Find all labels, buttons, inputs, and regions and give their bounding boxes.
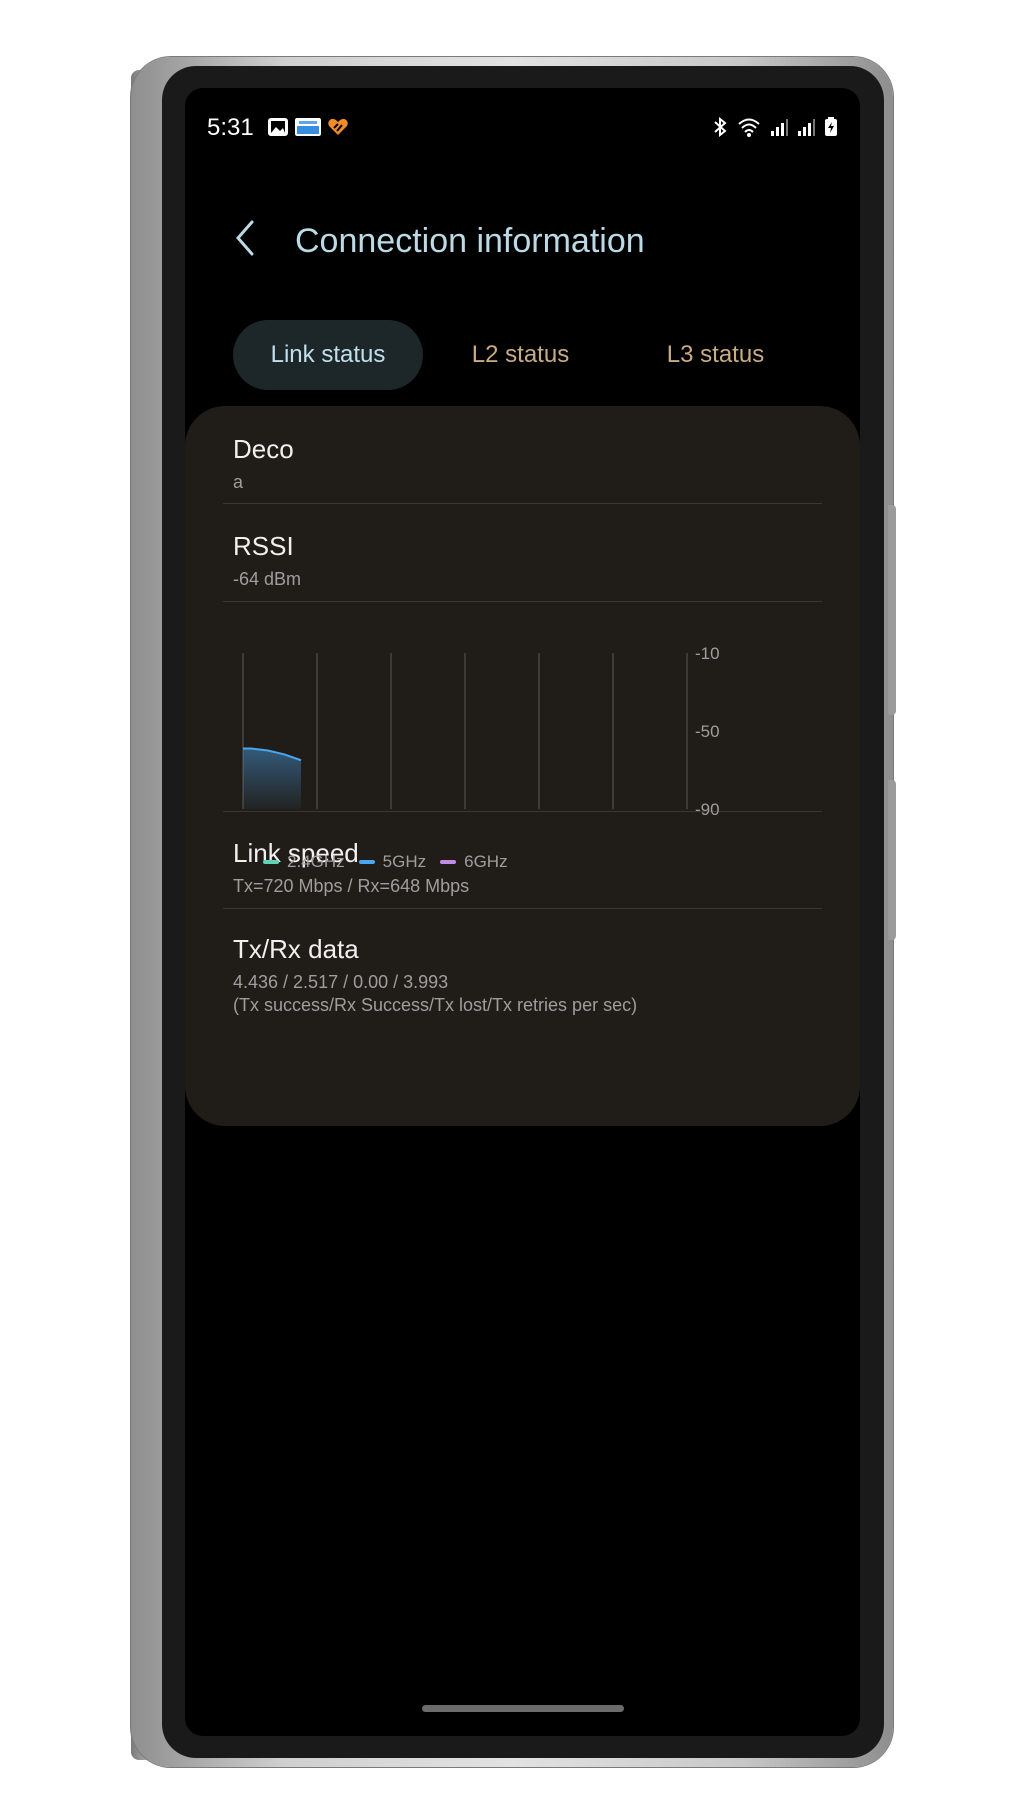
app-notification-icon [295,118,321,136]
tab-l2-status[interactable]: L2 status [423,320,618,390]
rssi-value: -64 dBm [233,569,302,589]
network-name: Deco [233,434,294,464]
legend-label: 2.4GHz [287,852,345,871]
signal-icon [798,119,815,136]
legend-swatch [440,860,457,864]
gallery-icon [268,118,288,136]
system-icons [712,117,838,137]
rssi-chart: -10 -50 -90 [242,644,720,819]
status-bar: 5:31 [207,114,838,144]
rssi-row[interactable]: RSSI -64 dBm [233,531,822,591]
network-row[interactable]: Deco a [233,434,822,494]
legend-swatch [263,860,279,864]
legend-label: 5GHz [382,852,427,871]
home-gesture-bar[interactable] [422,1705,624,1712]
chart-legend: 2.4GHz 5GHz 6GHz [263,852,508,872]
link-speed-value: Tx=720 Mbps / Rx=648 Mbps [233,876,470,896]
bluetooth-icon [714,117,727,137]
y-tick-label: -50 [695,722,720,741]
heart-app-icon [328,118,348,135]
legend-swatch [358,860,375,864]
chevron-left-icon [236,220,254,256]
tab-link-status[interactable]: Link status [233,320,423,390]
tab-bar: Link status L2 status L3 status [233,320,833,390]
back-button[interactable] [225,216,265,260]
battery-icon [825,117,837,136]
divider [223,601,822,602]
y-tick-label: -90 [695,800,720,819]
side-key-button [888,505,896,715]
network-detail: a [233,472,244,492]
y-tick-label: -10 [695,644,720,663]
divider [223,908,822,909]
notification-icons [267,117,349,137]
legend-label: 6GHz [464,852,508,871]
txrx-value: 4.436 / 2.517 / 0.00 / 3.993 [233,972,449,992]
signal-icon [771,119,788,136]
rssi-label: RSSI [233,531,294,561]
legend-item: 6GHz [440,852,508,872]
txrx-row[interactable]: Tx/Rx data 4.436 / 2.517 / 0.00 / 3.993 … [233,934,822,1017]
legend-item: 2.4GHz [263,852,345,872]
divider [223,503,822,504]
status-time: 5:31 [207,114,254,141]
tab-l3-status[interactable]: L3 status [618,320,813,390]
page-title: Connection information [295,222,645,260]
wifi-icon [738,118,760,137]
side-key-button [888,780,896,940]
txrx-note: (Tx success/Rx Success/Tx lost/Tx retrie… [233,995,638,1015]
txrx-label: Tx/Rx data [233,934,359,964]
legend-item: 5GHz [358,852,427,872]
screen: 5:31 Connection information Link status … [185,88,860,1736]
